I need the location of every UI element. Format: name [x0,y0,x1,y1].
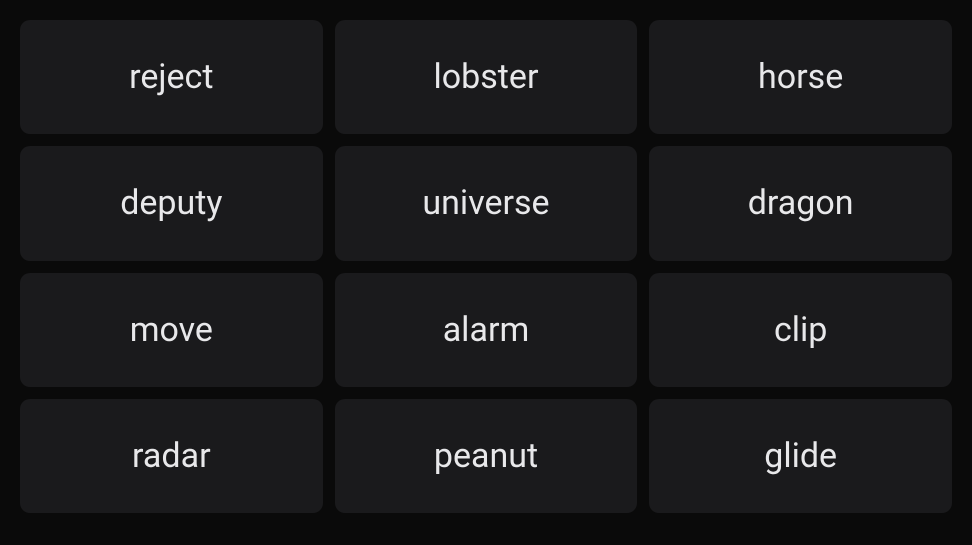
word-label: peanut [434,436,538,476]
word-cell-lobster[interactable]: lobster [335,20,638,134]
word-cell-dragon[interactable]: dragon [649,146,952,260]
word-grid: reject lobster horse deputy universe dra… [0,0,972,545]
word-cell-alarm[interactable]: alarm [335,273,638,387]
word-label: horse [758,57,843,97]
word-cell-deputy[interactable]: deputy [20,146,323,260]
word-cell-clip[interactable]: clip [649,273,952,387]
word-label: radar [132,436,211,476]
word-cell-universe[interactable]: universe [335,146,638,260]
word-label: reject [129,57,213,97]
word-label: alarm [443,310,530,350]
word-label: deputy [120,183,222,223]
word-label: move [130,310,213,350]
word-cell-move[interactable]: move [20,273,323,387]
word-cell-peanut[interactable]: peanut [335,399,638,513]
word-label: glide [764,436,837,476]
word-cell-horse[interactable]: horse [649,20,952,134]
word-cell-radar[interactable]: radar [20,399,323,513]
word-label: lobster [434,57,539,97]
word-label: clip [774,310,827,350]
word-label: universe [422,183,549,223]
word-cell-glide[interactable]: glide [649,399,952,513]
word-cell-reject[interactable]: reject [20,20,323,134]
word-label: dragon [748,183,854,223]
